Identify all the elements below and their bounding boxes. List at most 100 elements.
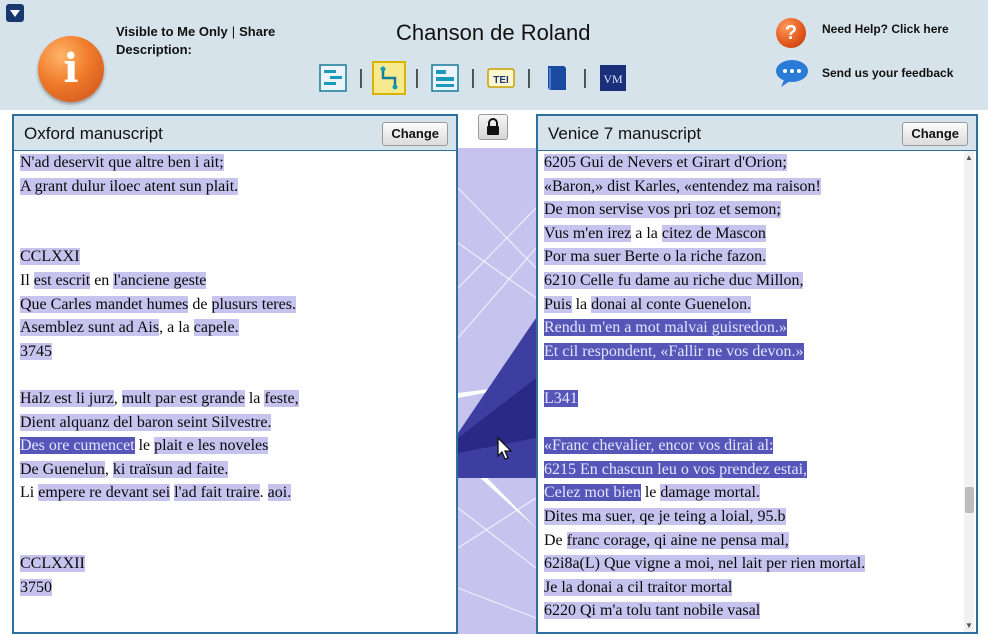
highlighted-segment[interactable]: plait e les noveles [154,437,269,455]
text-view-icon [431,64,459,92]
book-icon [548,66,566,90]
left-panel-title: Oxford manuscript [24,124,163,143]
visibility-link[interactable]: Visible to Me Only [116,24,228,39]
text-segment: en [90,271,114,289]
text-segment: la [244,389,265,407]
highlighted-segment[interactable]: capele. [193,319,239,337]
text-line: Des ore cumencet le plait e les noveles [20,434,299,458]
mouse-pointer-icon [497,436,513,460]
toolbar-divider: | [582,66,588,89]
right-change-button[interactable]: Change [902,122,968,146]
text-line: De franc corage, qi aine ne pensa mal, [544,529,865,553]
tool-text[interactable] [428,61,462,95]
highlighted-segment[interactable]: Dient alquanz del baron seint Silvestre. [20,413,272,431]
highlighted-segment[interactable]: 6210 Celle fu dame au riche duc Millon, [544,271,804,289]
highlighted-segment[interactable]: Por ma suer Berte o la riche fazon. [544,248,767,266]
highlighted-segment[interactable]: Halz est li jurz [20,389,114,407]
info-icon[interactable]: i [38,36,104,102]
highlighted-segment[interactable]: «Baron,» dist Karles, «entendez ma raiso… [544,177,821,195]
lock-icon [487,118,499,135]
tool-alignment[interactable] [372,61,406,95]
highlighted-segment[interactable]: Celez mot bien [544,484,641,502]
tool-tei[interactable]: TEI [484,61,518,95]
highlighted-segment[interactable]: ki traïsun ad faite. [112,460,229,478]
left-change-button[interactable]: Change [382,122,448,146]
text-line: Que Carles mandet humes de plusurs teres… [20,293,299,317]
text-line: L341 [544,387,865,411]
highlighted-segment[interactable]: feste, [264,389,299,407]
text-segment: , a la [159,319,194,337]
highlighted-segment[interactable]: 3745 [20,342,52,360]
feedback-link[interactable]: Send us your feedback [822,66,953,80]
highlighted-segment[interactable]: Des ore cumencet [20,437,135,455]
text-segment: la [571,295,592,313]
highlighted-segment[interactable]: L341 [544,389,578,407]
left-text-area[interactable]: N'ad deservit que altre ben i ait; A gran… [14,151,456,632]
tei-icon: TEI [487,68,515,88]
highlighted-segment[interactable]: 62i8a(L) Que vigne a moi, nel lait per r… [544,555,866,573]
highlighted-segment[interactable]: CCLXXII [20,555,85,573]
highlighted-segment[interactable]: «Franc chevalier, encor vos dirai al: [544,437,774,455]
highlighted-segment[interactable]: Vus m'en irez [544,224,632,242]
highlighted-segment[interactable]: Dites ma suer, qe je teing a loial, 95.b [544,507,786,525]
text-line: CCLXXII [20,552,299,576]
feedback-bubble-icon[interactable] [774,58,810,88]
text-segment: De [544,531,567,549]
text-line: Dient alquanz del baron seint Silvestre. [20,411,299,435]
text-segment: Il [20,271,34,289]
page-title: Chanson de Roland [396,20,591,45]
help-icon[interactable]: ? [776,18,806,48]
highlighted-segment[interactable]: plusurs teres. [211,295,296,313]
scroll-lock-button[interactable] [478,114,508,140]
text-segment: , [104,460,113,478]
scrollbar-thumb[interactable] [965,487,974,513]
highlighted-segment[interactable]: N'ad deservit que altre ben i ait; [20,154,224,171]
highlighted-segment[interactable]: 6220 Qi m'a tolu tant nobile vasal [544,602,761,620]
highlighted-segment[interactable]: Et cil respondent, «Fallir ne vos devon.… [544,342,804,360]
toolbar-divider: | [470,66,476,89]
text-line: De Guenelun, ki traïsun ad faite. [20,458,299,482]
right-scrollbar[interactable] [964,151,974,632]
share-link[interactable]: Share [239,24,275,39]
highlighted-segment[interactable]: citez de Mascon [661,224,766,242]
highlighted-segment[interactable]: CCLXXI [20,248,80,266]
highlighted-segment[interactable]: l'ad fait traire [174,484,260,502]
highlighted-segment[interactable]: De mon servise vos pri toz et semon; [544,201,781,219]
scroll-up-arrow-icon[interactable]: ▲ [965,153,973,162]
right-text-area[interactable]: 6205 Gui de Nevers et Girart d'Orion; «Ba… [538,151,976,632]
text-line: Asemblez sunt ad Ais, a la capele. [20,316,299,340]
text-line: Li empere re devant sei l'ad fait traire… [20,481,299,505]
highlighted-segment[interactable]: mult par est grande [121,389,245,407]
highlighted-segment[interactable]: 3750 [20,578,52,596]
highlighted-segment[interactable]: l'anciene geste [113,271,207,289]
scroll-down-arrow-icon[interactable]: ▼ [965,621,973,630]
right-text-lines: 6205 Gui de Nevers et Girart d'Orion; «Ba… [544,151,866,623]
highlighted-segment[interactable]: est escrit [33,271,91,289]
text-line [20,363,299,387]
text-line [20,505,299,529]
svg-text:TEI: TEI [493,75,509,86]
highlighted-segment[interactable]: donai al conte Guenelon. [591,295,752,313]
highlighted-segment[interactable]: Je la donai a cil traitor mortal [544,578,733,596]
highlighted-segment[interactable]: 6205 Gui de Nevers et Girart d'Orion; [544,154,787,171]
text-line [544,411,865,435]
highlighted-segment[interactable]: Que Carles mandet humes [20,295,189,313]
highlighted-segment[interactable]: 6215 En chascun leu o vos prendez estai, [544,460,808,478]
highlighted-segment[interactable]: Rendu m'en a mot malvai guisredon.» [544,319,787,337]
highlighted-segment[interactable]: franc corage, qi aine ne pensa mal, [566,531,789,549]
visibility-setting: Visible to Me Only | Share [116,24,275,39]
highlighted-segment[interactable]: Puis [544,295,572,313]
tool-comparison[interactable] [316,61,350,95]
text-line: 6210 Celle fu dame au riche duc Millon, [544,269,865,293]
help-link[interactable]: Need Help? Click here [822,22,949,36]
left-manuscript-panel: Oxford manuscript Change N'ad deservit q… [12,114,458,634]
highlighted-segment[interactable]: De Guenelun [20,460,105,478]
highlighted-segment[interactable]: empere re devant sei [38,484,171,502]
highlighted-segment[interactable]: damage mortal. [660,484,760,502]
tool-book[interactable] [540,61,574,95]
highlighted-segment[interactable]: aoi. [267,484,292,502]
tool-vm[interactable]: VM [596,61,630,95]
highlighted-segment[interactable]: A grant dulur iloec atent sun plait. [20,177,239,195]
collapse-arrow-icon[interactable] [6,4,24,22]
highlighted-segment[interactable]: Asemblez sunt ad Ais [20,319,160,337]
